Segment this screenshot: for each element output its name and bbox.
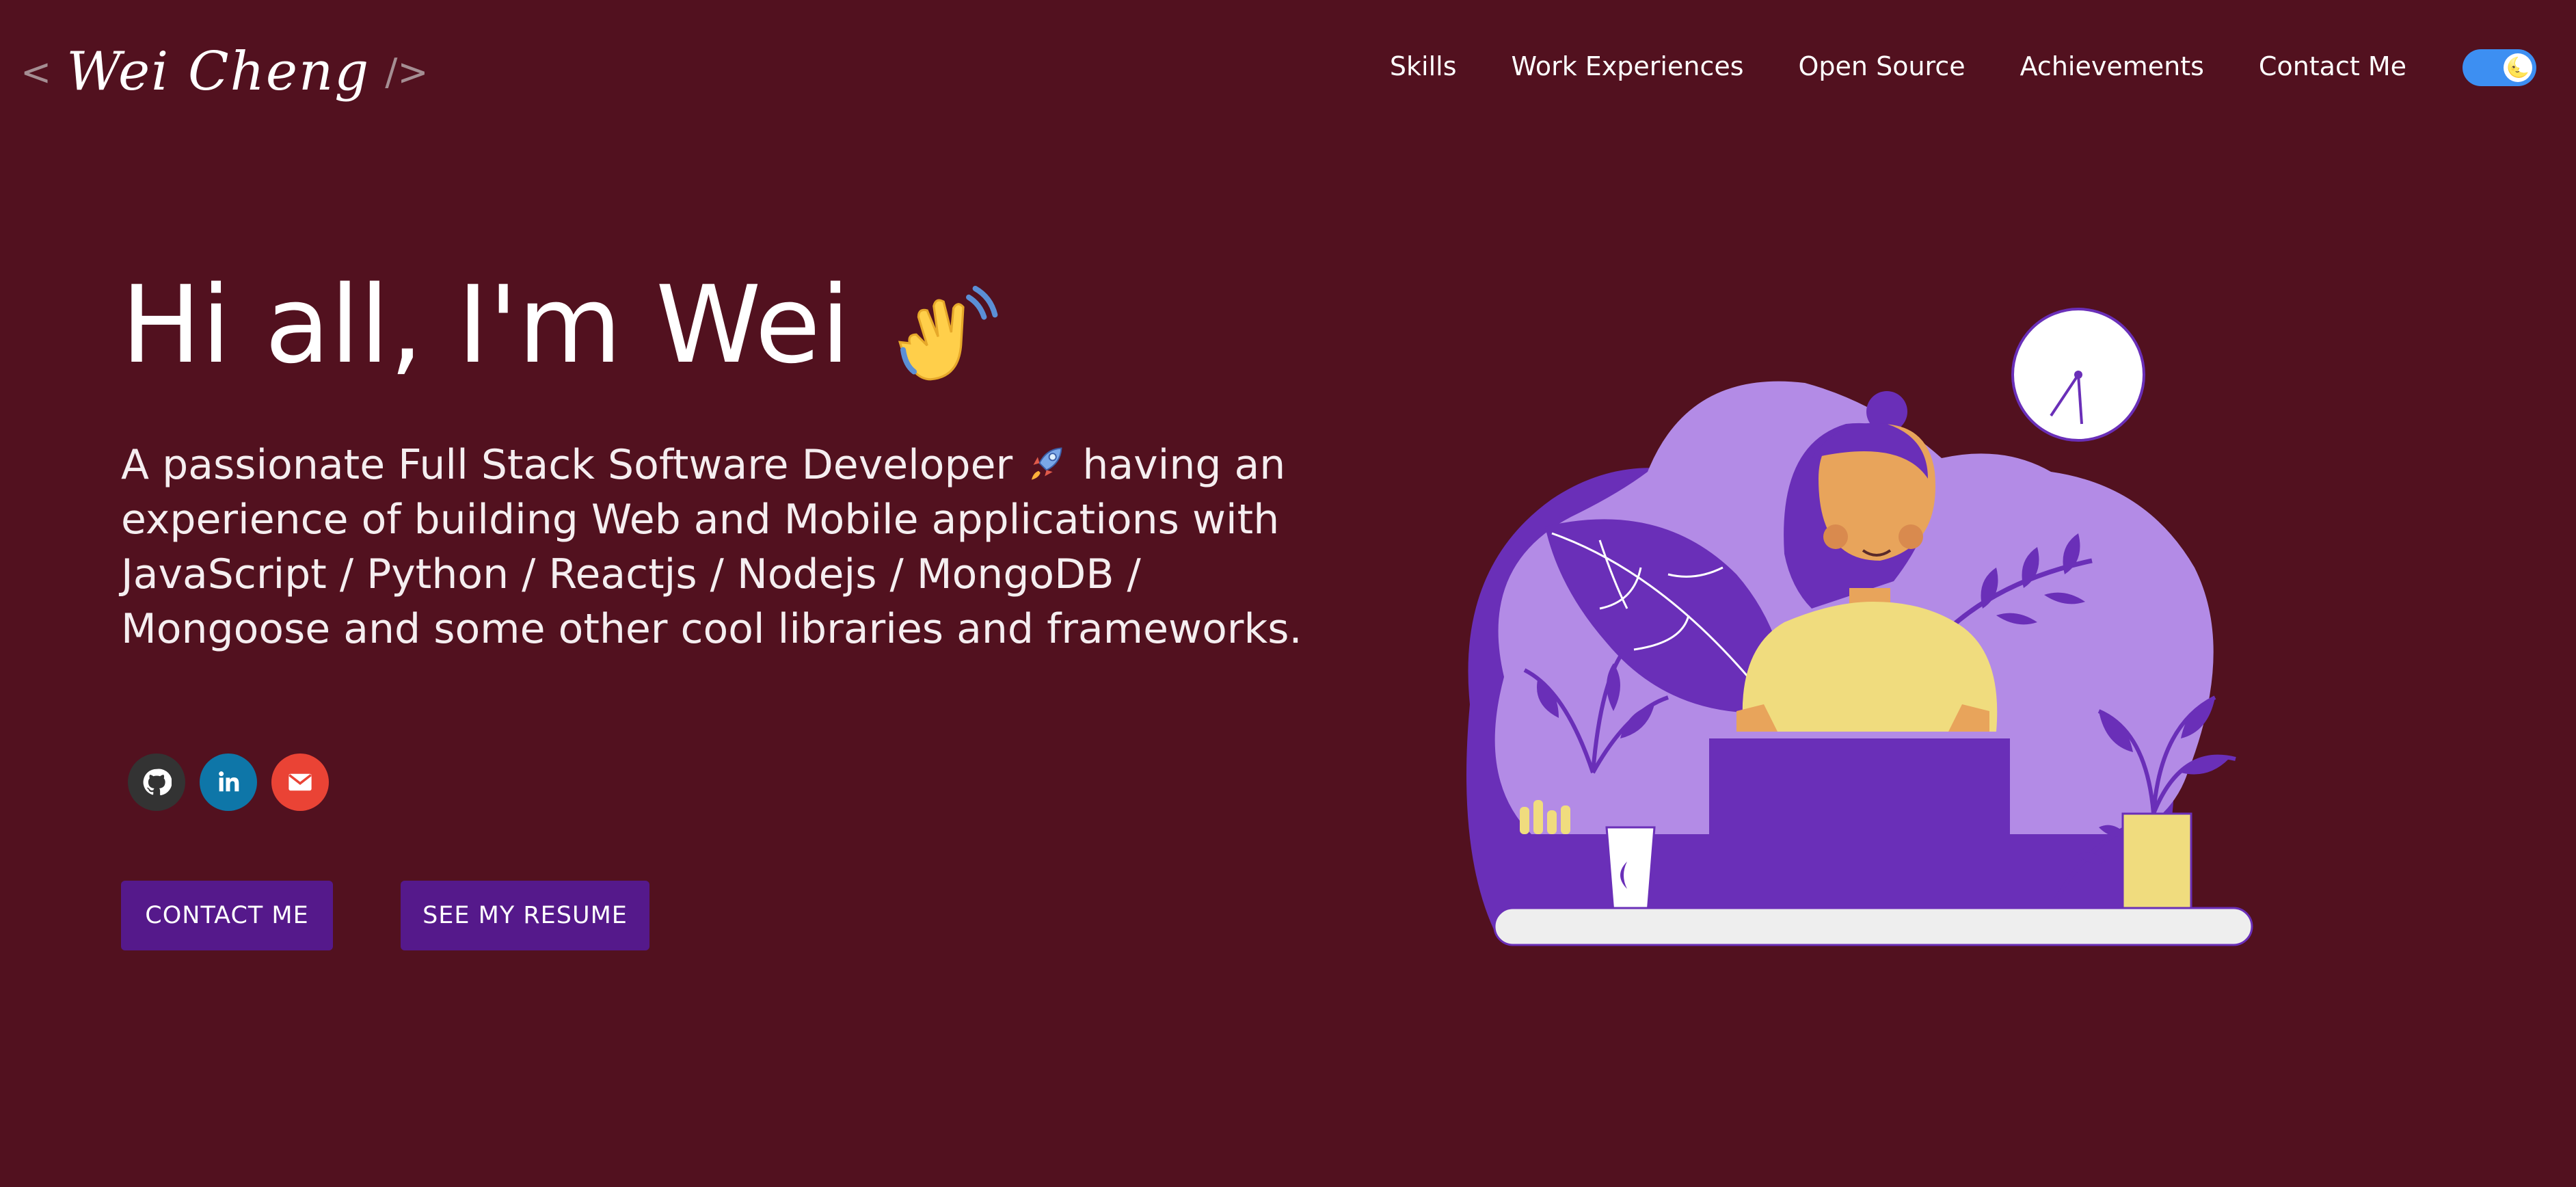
hero-greeting: Hi all, I'm Wei [121,260,1002,390]
mail-icon [289,773,312,791]
developer-illustration [1466,308,2253,946]
logo-open-bracket: < [21,50,52,94]
greeting-text: Hi all, I'm Wei [121,263,850,387]
logo-close-bracket: /> [385,50,429,94]
coffee-cup [1605,826,1656,914]
hero-subtitle: A passionate Full Stack Software Develop… [121,438,1311,656]
desk [1493,907,2253,946]
waving-hand-icon [898,286,998,381]
nav-contact-me[interactable]: Contact Me [2259,42,2406,90]
laptop [1709,738,2010,913]
nav-open-source[interactable]: Open Source [1799,42,1965,90]
email-link[interactable] [271,753,329,811]
github-link[interactable] [128,753,185,811]
main-nav: Skills Work Experiences Open Source Achi… [1390,42,2406,90]
vase [2121,812,2192,914]
subtitle-text-1: A passionate Full Stack Software Develop… [121,441,1013,489]
logo-signature: Wei Cheng [66,41,371,103]
linkedin-link[interactable] [200,753,257,811]
social-links [128,753,329,811]
nav-achievements[interactable]: Achievements [2020,42,2204,90]
linkedin-icon [219,771,239,792]
moon-icon: 🌜 [2504,53,2532,82]
see-resume-button[interactable]: SEE MY RESUME [401,881,649,950]
theme-toggle[interactable]: 🌜 [2463,49,2536,86]
site-header: < Wei Cheng /> Skills Work Experiences O… [0,0,2576,130]
nav-skills[interactable]: Skills [1390,42,1457,90]
github-icon [143,769,172,796]
logo[interactable]: < Wei Cheng /> [21,34,429,109]
contact-me-button[interactable]: CONTACT ME [121,881,333,950]
rocket-icon [1032,447,1062,480]
nav-work-experiences[interactable]: Work Experiences [1512,42,1744,90]
